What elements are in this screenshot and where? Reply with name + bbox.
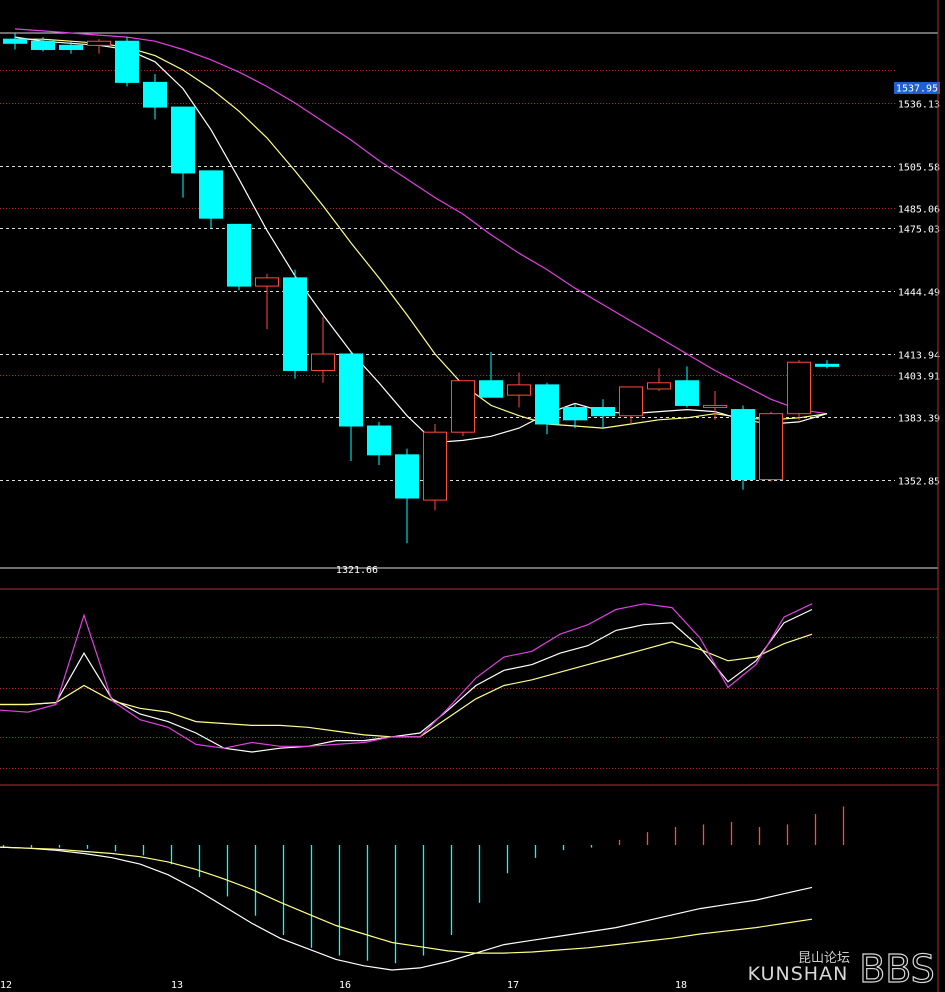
candle-body [87, 40, 111, 46]
candle-body [171, 106, 195, 174]
candle[interactable] [759, 411, 783, 482]
watermark-bbs: BBS [859, 947, 935, 991]
stock-chart: 1536.13 1505.58 1485.06 1475.03 1444.49 1413.… [0, 0, 945, 992]
candle-body [703, 404, 727, 408]
candle-body [339, 353, 363, 427]
candle-body [787, 361, 811, 415]
candle-body [367, 425, 391, 456]
x-tick-label: 16 [339, 980, 351, 991]
candle-body [479, 380, 503, 398]
candle-body [815, 363, 839, 367]
price-tick-label: 1444.49 [898, 288, 940, 299]
candle-body [227, 223, 251, 287]
candle-body [3, 38, 27, 44]
price-tick-label: 1505.58 [898, 163, 940, 174]
candle-body [311, 353, 335, 371]
price-tick-label: 1536.13 [898, 100, 940, 111]
candle-body [199, 170, 223, 219]
price-tick-label: 1475.03 [898, 225, 940, 236]
candle[interactable] [787, 360, 811, 420]
candle[interactable] [283, 269, 307, 379]
candle-body [563, 407, 587, 421]
candle-body [591, 407, 615, 417]
candle-body [31, 40, 55, 50]
candle-body [143, 81, 167, 108]
watermark-en: KUNSHAN [748, 963, 849, 985]
candle[interactable] [451, 380, 475, 437]
candle-body [647, 382, 671, 390]
current-price-value: 1537.95 [896, 84, 938, 95]
price-tick-label: 1383.39 [898, 414, 940, 425]
candle-body [675, 380, 699, 406]
candle-body [535, 384, 559, 425]
x-tick-label: 18 [675, 980, 687, 991]
current-price-tag: 1537.95 [894, 82, 940, 95]
candle-body [283, 277, 307, 371]
candle-body [59, 44, 83, 50]
candle-body [255, 277, 279, 287]
price-tick-label: 1352.85 [898, 477, 940, 488]
candle[interactable] [423, 423, 447, 511]
candle-body [395, 454, 419, 499]
candle[interactable] [227, 223, 251, 291]
candle-body [507, 384, 531, 396]
price-tick-label: 1403.91 [898, 372, 940, 383]
candle[interactable] [115, 37, 139, 87]
x-tick-label: 17 [507, 980, 519, 991]
x-tick-label: 13 [171, 980, 183, 991]
candle[interactable] [731, 405, 755, 490]
x-tick-label: 12 [0, 980, 12, 991]
candle-body [115, 40, 139, 83]
candle-body [619, 386, 643, 417]
candle-body [731, 409, 755, 481]
min-price-label: 1321.66 [336, 565, 378, 576]
price-tick-label: 1413.94 [898, 351, 940, 362]
price-tick-label: 1485.06 [898, 205, 940, 216]
candle-body [451, 380, 475, 433]
candle-body [423, 431, 447, 501]
candle-body [759, 413, 783, 481]
